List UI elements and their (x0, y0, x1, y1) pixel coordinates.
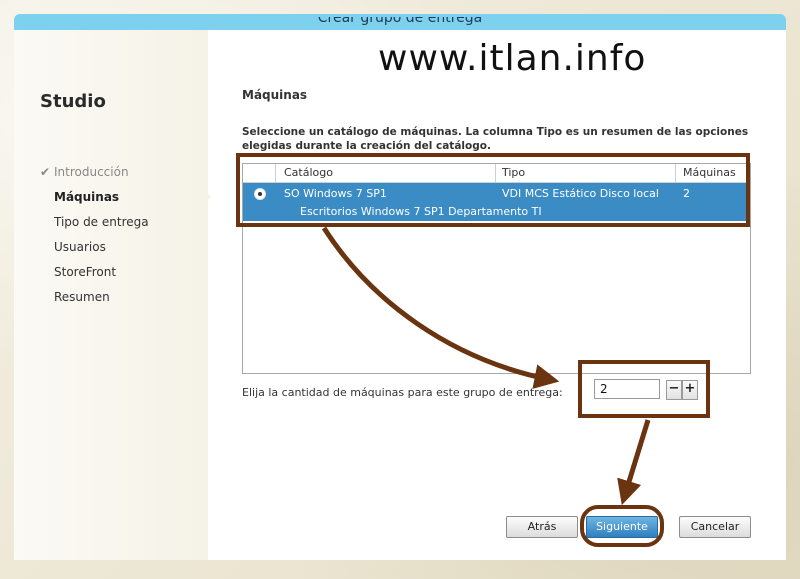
annotation-arrows (321, 226, 651, 506)
arrow-to-next (617, 419, 651, 506)
arrow-to-quantity (321, 226, 560, 389)
